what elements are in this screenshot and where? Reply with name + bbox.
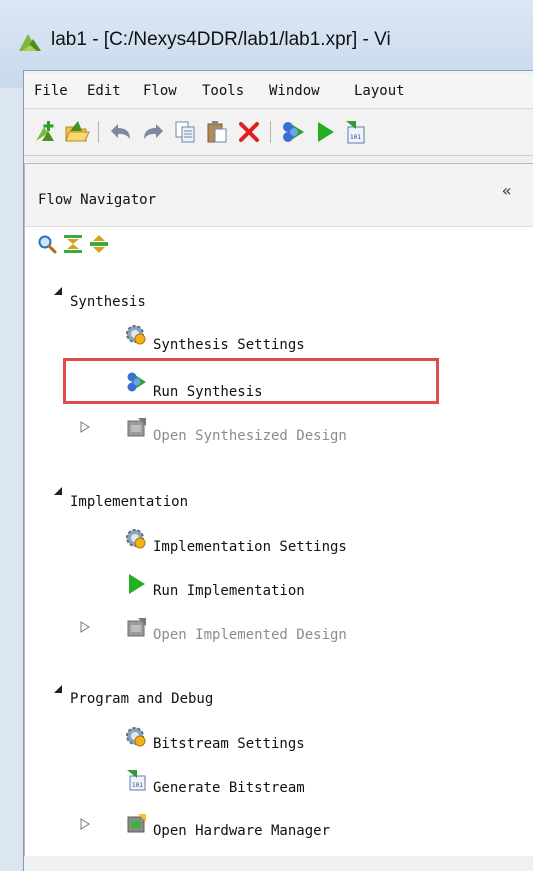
run-synthesis-highlight bbox=[63, 358, 439, 404]
menu-window[interactable]: Window bbox=[269, 83, 320, 99]
implementation-settings-item[interactable]: Implementation Settings bbox=[153, 539, 347, 555]
toolbar-separator bbox=[98, 121, 99, 143]
toolbar-separator bbox=[270, 121, 271, 143]
open-design-icon bbox=[127, 618, 146, 637]
section-implementation[interactable]: Implementation bbox=[70, 494, 188, 510]
open-implemented-design-item[interactable]: Open Implemented Design bbox=[153, 627, 347, 643]
flow-navigator-header: Flow Navigator « bbox=[25, 164, 533, 227]
section-expanded-toggle[interactable] bbox=[53, 684, 63, 694]
run-synthesis-icon[interactable] bbox=[280, 119, 306, 145]
menu-file-label: File bbox=[34, 83, 68, 99]
generate-bitstream-item[interactable]: Generate Bitstream bbox=[153, 780, 305, 796]
expand-arrow-icon[interactable] bbox=[80, 818, 90, 830]
svg-text:101: 101 bbox=[132, 782, 143, 789]
expand-arrow-icon[interactable] bbox=[80, 621, 90, 633]
menu-edit-label: Edit bbox=[87, 83, 121, 99]
section-synthesis[interactable]: Synthesis bbox=[70, 294, 146, 310]
hardware-manager-icon bbox=[127, 814, 146, 833]
menu-edit[interactable]: Edit bbox=[87, 83, 121, 99]
bitstream-settings-item[interactable]: Bitstream Settings bbox=[153, 736, 305, 752]
new-project-icon[interactable] bbox=[32, 119, 58, 145]
bitstream-icon: 101 bbox=[127, 770, 146, 791]
menu-layout[interactable]: Layout bbox=[354, 83, 405, 99]
play-icon bbox=[129, 574, 145, 594]
expand-all-icon[interactable] bbox=[89, 234, 109, 254]
collapse-panel-button[interactable]: « bbox=[502, 181, 512, 200]
run-implementation-icon[interactable] bbox=[312, 119, 338, 145]
run-implementation-item[interactable]: Run Implementation bbox=[153, 583, 305, 599]
main-toolbar: 101 bbox=[24, 109, 533, 156]
menu-tools-label: Tools bbox=[202, 83, 245, 99]
menu-tools[interactable]: Tools bbox=[202, 83, 244, 99]
vivado-logo-icon bbox=[19, 34, 41, 51]
section-program-and-debug[interactable]: Program and Debug bbox=[70, 691, 213, 707]
expand-arrow-icon[interactable] bbox=[80, 421, 90, 433]
section-expanded-toggle[interactable] bbox=[53, 286, 63, 296]
menu-flow-label: Flow bbox=[143, 83, 177, 99]
menu-window-label: Window bbox=[269, 83, 320, 99]
section-expanded-toggle[interactable] bbox=[53, 486, 63, 496]
menu-layout-label: Layout bbox=[354, 83, 405, 99]
search-icon[interactable] bbox=[37, 234, 57, 254]
collapse-all-icon[interactable] bbox=[63, 234, 83, 254]
flow-navigator-panel: Flow Navigator « Synthesis Synthesis Set… bbox=[24, 163, 533, 856]
gear-icon bbox=[126, 529, 146, 549]
delete-icon[interactable] bbox=[236, 119, 262, 145]
open-hardware-manager-item[interactable]: Open Hardware Manager bbox=[153, 823, 330, 839]
paste-icon[interactable] bbox=[204, 119, 230, 145]
svg-text:101: 101 bbox=[350, 134, 361, 141]
menu-bar: File Edit Flow Tools Window Layout bbox=[24, 74, 533, 109]
generate-bitstream-icon[interactable]: 101 bbox=[342, 119, 368, 145]
menu-file[interactable]: File bbox=[34, 83, 68, 99]
synthesis-settings-item[interactable]: Synthesis Settings bbox=[153, 337, 305, 353]
redo-icon[interactable] bbox=[140, 119, 166, 145]
copy-icon[interactable] bbox=[172, 119, 198, 145]
flow-navigator-title: Flow Navigator bbox=[38, 192, 157, 208]
undo-icon[interactable] bbox=[108, 119, 134, 145]
window-title: lab1 - [C:/Nexys4DDR/lab1/lab1.xpr] - Vi bbox=[51, 29, 391, 50]
open-synthesized-design-item[interactable]: Open Synthesized Design bbox=[153, 428, 347, 444]
open-design-icon bbox=[127, 418, 146, 437]
gear-icon bbox=[126, 727, 146, 747]
menu-flow[interactable]: Flow bbox=[143, 83, 177, 99]
open-project-icon[interactable] bbox=[64, 119, 90, 145]
gear-icon bbox=[126, 325, 146, 345]
